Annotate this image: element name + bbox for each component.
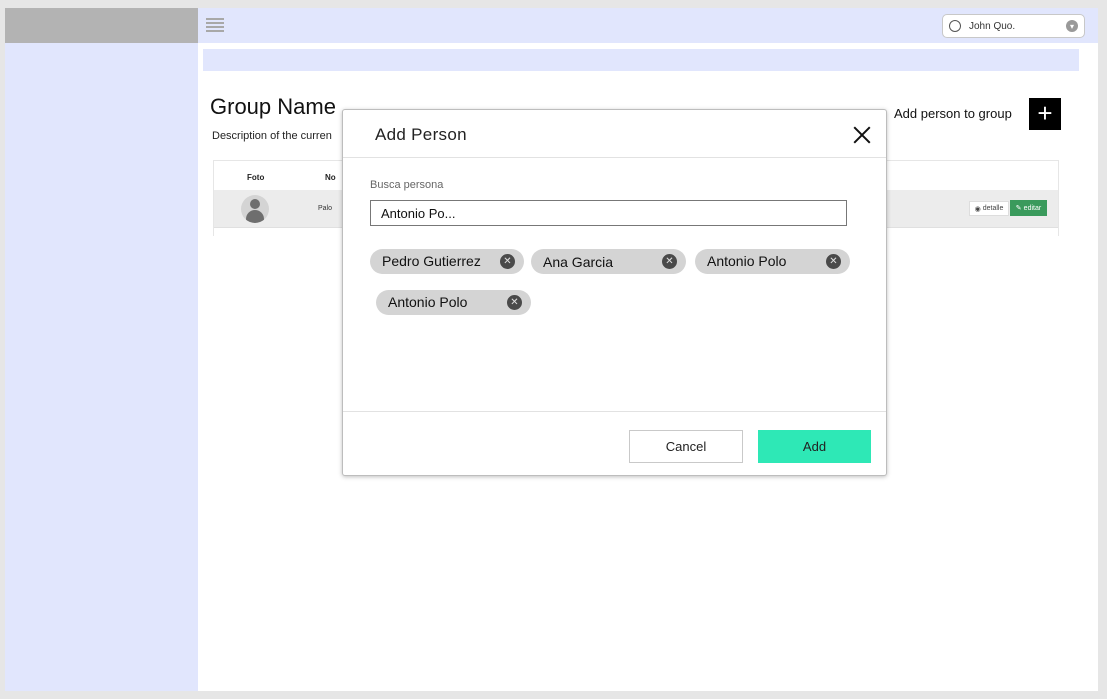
selected-person-chip: Pedro Gutierrez ✕ bbox=[370, 249, 524, 274]
add-button[interactable]: Add bbox=[758, 430, 871, 463]
selected-person-chip: Antonio Polo ✕ bbox=[695, 249, 850, 274]
remove-chip-icon[interactable]: ✕ bbox=[826, 254, 841, 269]
eye-icon: ◉ bbox=[974, 205, 981, 213]
user-name: John Quo. bbox=[969, 20, 1016, 32]
avatar-icon bbox=[241, 195, 269, 223]
add-person-button[interactable]: + bbox=[1029, 98, 1061, 130]
sidebar-header bbox=[5, 8, 198, 43]
add-person-modal: Add Person Busca persona Pedro Gutierrez… bbox=[342, 109, 887, 476]
remove-chip-icon[interactable]: ✕ bbox=[500, 254, 515, 269]
pencil-icon: ✎ bbox=[1015, 205, 1022, 212]
add-person-label: Add person to group bbox=[894, 106, 1012, 121]
chevron-down-icon[interactable]: ▾ bbox=[1066, 20, 1078, 32]
column-header-foto: Foto bbox=[247, 173, 265, 182]
top-bar: John Quo. ▾ bbox=[198, 8, 1098, 43]
chip-label: Pedro Gutierrez bbox=[382, 253, 481, 269]
plus-icon: + bbox=[1037, 98, 1053, 128]
close-icon[interactable] bbox=[851, 124, 873, 146]
cancel-button[interactable]: Cancel bbox=[629, 430, 743, 463]
search-label: Busca persona bbox=[370, 179, 444, 191]
breadcrumb-bar bbox=[203, 49, 1079, 71]
edit-button[interactable]: ✎ editar bbox=[1010, 200, 1047, 216]
remove-chip-icon[interactable]: ✕ bbox=[662, 254, 677, 269]
chip-label: Ana Garcia bbox=[543, 254, 614, 270]
remove-chip-icon[interactable]: ✕ bbox=[507, 295, 522, 310]
detail-button[interactable]: ◉ detalle bbox=[969, 201, 1009, 216]
selected-person-chip: Ana Garcia ✕ bbox=[531, 249, 686, 274]
user-face-icon bbox=[949, 20, 961, 32]
chip-label: Antonio Polo bbox=[707, 253, 787, 269]
chip-label: Antonio Polo bbox=[388, 294, 468, 310]
modal-title: Add Person bbox=[375, 125, 467, 144]
user-menu[interactable]: John Quo. ▾ bbox=[942, 14, 1085, 38]
modal-footer-divider bbox=[343, 411, 886, 412]
row-name: Palo bbox=[318, 205, 333, 212]
search-input[interactable] bbox=[370, 200, 847, 226]
page-title: Group Name bbox=[210, 94, 336, 119]
hamburger-menu-icon[interactable] bbox=[206, 18, 224, 32]
column-header-name: No bbox=[325, 173, 336, 182]
page-description: Description of the curren bbox=[212, 130, 332, 142]
sidebar bbox=[5, 43, 198, 691]
modal-header-divider bbox=[343, 157, 886, 158]
selected-person-chip: Antonio Polo ✕ bbox=[376, 290, 531, 315]
